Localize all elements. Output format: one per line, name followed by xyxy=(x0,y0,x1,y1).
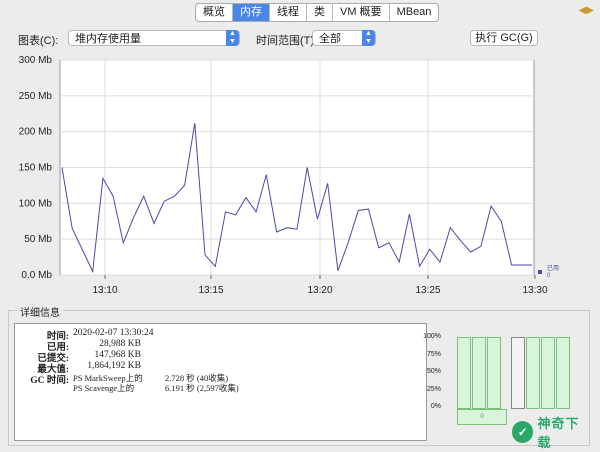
x-tick-label: 13:20 xyxy=(307,285,332,296)
perform-gc-button[interactable]: 执行 GC(G) xyxy=(470,30,538,46)
chart-select[interactable]: 堆内存使用量 ▲ ▼ xyxy=(68,30,240,46)
y-tick-label: 300 Mb xyxy=(19,55,53,66)
detail-value: 1,864,192 KB xyxy=(87,361,141,371)
pool-y-label: 100% xyxy=(423,333,441,340)
details-panel: 详细信息 时间: 2020-02-07 13:30:24 已用: 28,988 KB 已… xyxy=(8,304,590,446)
memory-pool-bar[interactable] xyxy=(511,337,525,409)
pool-y-label: 50% xyxy=(426,368,441,375)
x-tick-label: 13:25 xyxy=(415,285,440,296)
details-box: 时间: 2020-02-07 13:30:24 已用: 28,988 KB 已提交: 14… xyxy=(14,323,427,441)
heap-memory-chart: 300 Mb 250 Mb 200 Mb 150 Mb 100 Mb 50 Mb 0.0 M… xyxy=(19,55,559,296)
range-select-value: 全部 xyxy=(319,33,341,45)
pool-y-label: 0% xyxy=(430,403,441,410)
tab-bar: 概览 内存 线程类 VM 概要 MBean xyxy=(195,3,440,22)
select-arrows-icon: ▲ ▼ xyxy=(362,30,375,46)
memory-pool-bar[interactable] xyxy=(487,337,501,409)
gc-collector-name: PS Scavenge上的 xyxy=(73,383,135,393)
legend-value: 0 xyxy=(547,273,551,279)
tab-3[interactable]: 类 xyxy=(307,4,333,21)
leaf-icon: ✓ xyxy=(512,421,534,443)
tab-2[interactable]: 线程 xyxy=(270,4,307,21)
detail-value: 2020-02-07 13:30:24 xyxy=(73,328,154,338)
y-tick-label: 250 Mb xyxy=(19,91,53,102)
y-tick-label: 200 Mb xyxy=(19,127,53,138)
tab-0[interactable]: 概览 xyxy=(196,4,233,21)
pool-y-label: 75% xyxy=(426,350,441,358)
detail-value: 28,988 KB xyxy=(99,339,141,349)
x-tick-label: 13:30 xyxy=(522,285,547,296)
x-tick-label: 13:10 xyxy=(92,285,117,296)
range-select[interactable]: 全部 ▲ ▼ xyxy=(312,30,376,46)
legend-label: 已用 xyxy=(547,265,559,272)
tab-4[interactable]: VM 概要 xyxy=(333,4,390,21)
legend-marker xyxy=(538,270,542,274)
x-tick-label: 13:15 xyxy=(198,285,223,296)
y-tick-label: 100 Mb xyxy=(19,198,53,209)
memory-pool-bar[interactable] xyxy=(556,337,570,409)
tab-1[interactable]: 内存 xyxy=(233,4,270,21)
gc-collector-value: 6.191 秒 (2,597收集) xyxy=(165,383,239,393)
chart-label: 图表(C): xyxy=(18,35,59,47)
detail-value: 147,968 KB xyxy=(94,350,141,360)
heap-pool-base[interactable]: 0 xyxy=(457,409,507,425)
chart-select-value: 堆内存使用量 xyxy=(75,33,141,45)
y-tick-label: 150 Mb xyxy=(19,163,53,174)
memory-pool-bar[interactable] xyxy=(472,337,486,409)
pool-y-label: 25% xyxy=(426,385,441,393)
gc-time-key: GC 时间: xyxy=(30,376,69,386)
watermark-text: 神奇下载 xyxy=(537,416,580,450)
nav-arrows-icon[interactable]: ◀▶ xyxy=(579,5,594,16)
memory-pool-bar[interactable] xyxy=(541,337,555,409)
tab-5[interactable]: MBean xyxy=(390,4,439,21)
details-title: 详细信息 xyxy=(17,304,63,319)
range-label: 时间范围(T): xyxy=(256,35,318,47)
y-tick-label: 50 Mb xyxy=(24,234,52,245)
watermark-logo: ✓ 神奇下载 xyxy=(512,416,592,450)
memory-pool-bar[interactable] xyxy=(526,337,540,409)
select-arrows-icon: ▲ ▼ xyxy=(226,30,239,46)
memory-pool-bar[interactable] xyxy=(457,337,471,409)
y-tick-label: 0.0 Mb xyxy=(21,270,52,281)
